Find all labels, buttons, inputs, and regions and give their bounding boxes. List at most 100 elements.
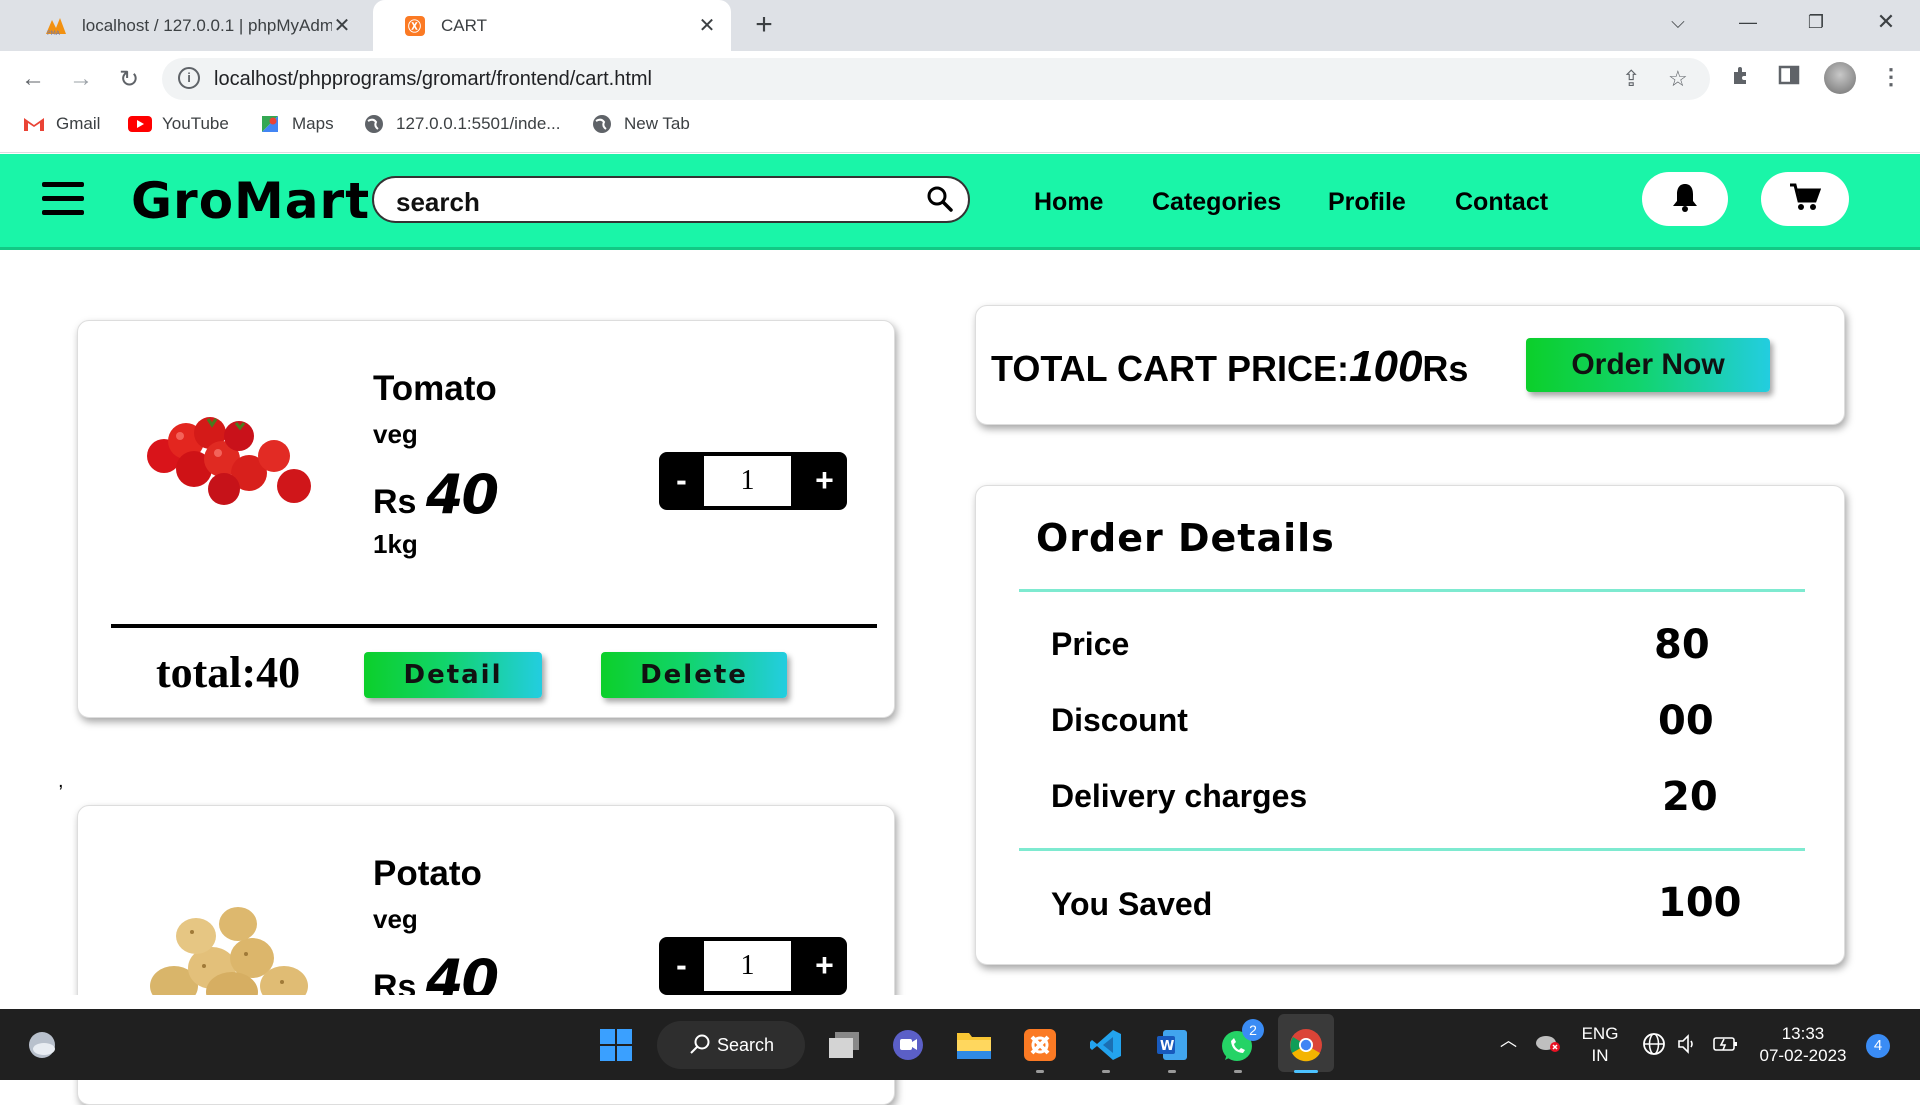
running-indicator	[1234, 1070, 1242, 1073]
whatsapp-icon[interactable]: 2	[1220, 1019, 1264, 1063]
quantity-field[interactable]: 1	[704, 456, 791, 506]
item-total: total:40	[156, 648, 301, 697]
cart-button[interactable]	[1761, 172, 1849, 226]
increase-quantity-button[interactable]: +	[802, 937, 847, 995]
bookmark-local-server[interactable]: 127.0.0.1:5501/inde...	[362, 114, 560, 134]
battery-icon[interactable]	[1712, 1032, 1740, 1062]
cart-total-panel: TOTAL CART PRICE:100Rs Order Now	[975, 305, 1845, 425]
tab-title: CART	[441, 15, 487, 35]
task-view-icon[interactable]	[826, 1027, 862, 1063]
discount-value: 00	[1658, 698, 1714, 744]
cart-total-text: TOTAL CART PRICE:100Rs	[991, 342, 1468, 392]
tab-search-chevron-icon[interactable]: ⌵	[1650, 0, 1706, 44]
tab-phpmyadmin[interactable]: PMA localhost / 127.0.0.1 | phpMyAdmin ✕	[14, 0, 366, 51]
window-close-icon[interactable]: ✕	[1858, 0, 1914, 44]
bookmark-star-icon[interactable]: ☆	[1668, 66, 1688, 92]
quantity-field[interactable]: 1	[704, 941, 791, 991]
running-indicator	[1102, 1070, 1110, 1073]
you-saved-label: You Saved	[1051, 886, 1213, 922]
cart-total-label: TOTAL CART PRICE:	[991, 348, 1349, 389]
menu-kebab-icon[interactable]: ⋮	[1880, 64, 1902, 90]
browser-tab-bar: PMA localhost / 127.0.0.1 | phpMyAdmin ✕…	[0, 0, 1920, 51]
extensions-puzzle-icon[interactable]	[1730, 64, 1754, 94]
bell-icon	[1671, 182, 1699, 217]
vscode-icon[interactable]	[1088, 1027, 1124, 1063]
nav-home[interactable]: Home	[1034, 188, 1103, 217]
clock-time: 13:33	[1781, 1024, 1825, 1043]
nav-categories[interactable]: Categories	[1152, 188, 1281, 217]
svg-text:W: W	[1160, 1039, 1174, 1054]
detail-button[interactable]: Detail	[364, 652, 542, 698]
gmail-icon	[22, 114, 46, 134]
weather-icon[interactable]	[24, 1027, 60, 1063]
nav-contact[interactable]: Contact	[1455, 188, 1548, 217]
language-code: ENG	[1581, 1024, 1619, 1043]
decrease-quantity-button[interactable]: -	[659, 937, 704, 995]
site-logo[interactable]: GroMart	[131, 172, 370, 230]
product-weight: 1kg	[373, 529, 418, 559]
phpmyadmin-icon: PMA	[44, 15, 68, 37]
network-globe-icon[interactable]	[1642, 1032, 1666, 1062]
xampp-icon[interactable]	[1022, 1027, 1058, 1063]
delete-button[interactable]: Delete	[601, 652, 787, 698]
search-placeholder: search	[396, 187, 480, 217]
volume-icon[interactable]	[1676, 1032, 1700, 1062]
globe-icon	[590, 114, 614, 134]
chrome-icon[interactable]	[1288, 1027, 1324, 1063]
bookmark-youtube[interactable]: YouTube	[128, 114, 229, 134]
close-icon[interactable]: ✕	[697, 13, 717, 38]
search-icon[interactable]	[926, 185, 954, 218]
delivery-charges-value: 20	[1662, 774, 1718, 820]
bookmark-new-tab[interactable]: New Tab	[590, 114, 690, 134]
order-details-divider	[1019, 848, 1805, 851]
onedrive-error-icon[interactable]	[1534, 1032, 1562, 1060]
site-info-icon[interactable]: i	[178, 67, 200, 89]
delivery-charges-label: Delivery charges	[1051, 778, 1308, 814]
cart-icon	[1789, 182, 1822, 217]
start-windows-icon[interactable]	[598, 1027, 634, 1063]
teams-chat-icon[interactable]	[890, 1027, 926, 1063]
running-indicator	[1168, 1070, 1176, 1073]
new-tab-icon[interactable]: +	[748, 8, 780, 42]
increase-quantity-button[interactable]: +	[802, 452, 847, 510]
clock[interactable]: 13:33 07-02-2023	[1756, 1023, 1850, 1067]
stray-text: ,	[58, 770, 64, 792]
hamburger-menu-icon[interactable]	[42, 182, 84, 218]
card-divider	[111, 624, 877, 628]
bookmark-gmail[interactable]: Gmail	[22, 114, 100, 134]
side-panel-icon[interactable]	[1778, 64, 1800, 92]
close-icon[interactable]: ✕	[332, 13, 352, 38]
url-text[interactable]: localhost/phpprograms/gromart/frontend/c…	[214, 68, 652, 91]
word-icon[interactable]: W	[1154, 1027, 1190, 1063]
maps-icon	[258, 114, 282, 134]
youtube-icon	[128, 114, 152, 134]
site-header: GroMart search Home Categories Profile C…	[0, 154, 1920, 250]
address-bar[interactable]: i localhost/phpprograms/gromart/frontend…	[162, 58, 1710, 100]
tab-cart[interactable]: Ⓧ CART ✕	[373, 0, 731, 51]
back-arrow-icon[interactable]: ←	[16, 62, 50, 96]
minimize-icon[interactable]: —	[1720, 0, 1776, 44]
notification-count-badge[interactable]: 4	[1866, 1034, 1890, 1058]
decrease-quantity-button[interactable]: -	[659, 452, 704, 510]
order-now-button[interactable]: Order Now	[1526, 338, 1770, 392]
nav-profile[interactable]: Profile	[1328, 188, 1406, 217]
restore-icon[interactable]: ❐	[1788, 0, 1844, 44]
notification-button[interactable]	[1642, 172, 1728, 226]
search-input[interactable]: search	[372, 176, 970, 223]
clock-date: 07-02-2023	[1759, 1046, 1847, 1065]
order-details-panel: Order Details Price 80 Discount 00 Deliv…	[975, 485, 1845, 965]
file-explorer-icon[interactable]	[956, 1027, 992, 1063]
discount-label: Discount	[1051, 702, 1188, 738]
show-hidden-icons-chevron-icon[interactable]: ︿	[1500, 1030, 1517, 1052]
profile-avatar[interactable]	[1824, 62, 1856, 94]
language-indicator[interactable]: ENG IN	[1578, 1023, 1622, 1067]
share-icon[interactable]: ⇪	[1622, 66, 1640, 92]
bookmark-maps[interactable]: Maps	[258, 114, 334, 134]
bookmark-label: Gmail	[56, 114, 101, 133]
forward-arrow-icon[interactable]: →	[64, 62, 98, 96]
price-label: Price	[1051, 626, 1130, 662]
reload-icon[interactable]: ↻	[112, 62, 146, 96]
taskbar-search[interactable]: Search	[657, 1021, 805, 1069]
price-value: 40	[425, 463, 499, 526]
region-code: IN	[1591, 1046, 1609, 1065]
